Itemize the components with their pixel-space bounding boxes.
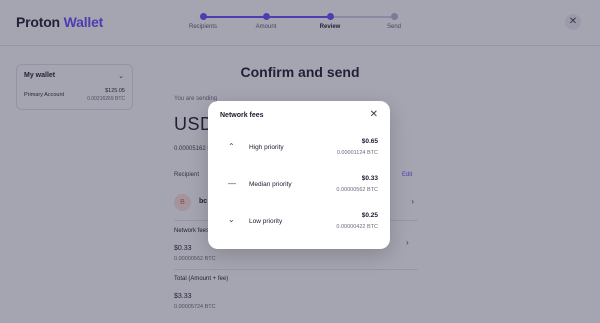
modal-close-button[interactable]: ✕ — [370, 109, 378, 120]
fee-option-usd: $0.25 — [361, 212, 378, 219]
modal-title: Network fees — [220, 112, 264, 119]
fee-option-name: High priority — [249, 144, 284, 151]
fee-option-btc: 0.00000422 BTC — [336, 224, 378, 230]
fee-option-high[interactable]: ⌃ High priority $0.65 0.00001124 BTC — [208, 135, 390, 165]
fee-option-usd: $0.65 — [361, 138, 378, 145]
fee-option-median[interactable]: — Median priority $0.33 0.00000562 BTC — [208, 172, 390, 202]
chevron-up-icon: ⌃ — [228, 142, 235, 151]
fee-option-name: Median priority — [249, 181, 292, 188]
fee-option-low[interactable]: ⌄ Low priority $0.25 0.00000422 BTC — [208, 209, 390, 239]
network-fees-modal: Network fees ✕ ⌃ High priority $0.65 0.0… — [208, 101, 390, 249]
fee-option-name: Low priority — [249, 218, 283, 225]
fee-option-usd: $0.33 — [361, 175, 378, 182]
dash-icon: — — [228, 179, 236, 188]
fee-option-btc: 0.00001124 BTC — [336, 150, 378, 156]
fee-option-btc: 0.00000562 BTC — [336, 187, 378, 193]
chevron-down-icon: ⌄ — [228, 215, 235, 224]
close-icon: ✕ — [369, 109, 378, 120]
